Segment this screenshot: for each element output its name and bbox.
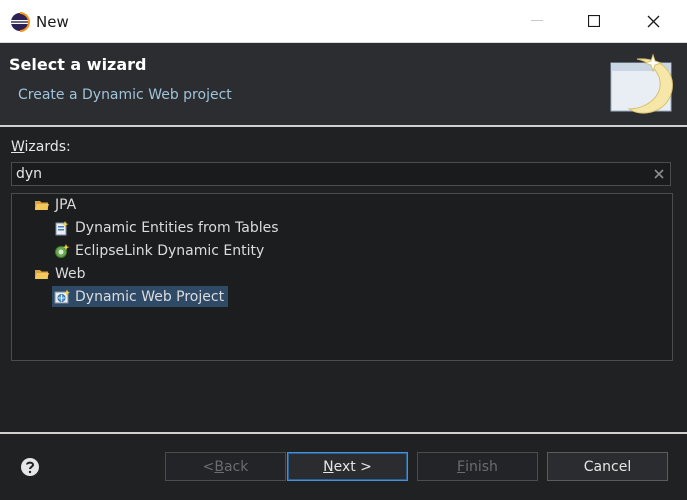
page-title: Select a wizard — [9, 55, 147, 74]
footer-separator — [0, 432, 687, 434]
help-icon[interactable] — [20, 457, 40, 477]
close-button[interactable] — [625, 0, 681, 42]
wizard-banner-icon — [610, 53, 673, 114]
back-button[interactable]: < Back — [165, 452, 286, 481]
tree-label: EclipseLink Dynamic Entity — [75, 243, 265, 259]
tree-node-dynamic-web-project[interactable]: Dynamic Web Project — [52, 286, 229, 307]
clear-filter-icon[interactable] — [653, 168, 665, 180]
tree-node-jpa[interactable]: JPA — [34, 195, 76, 215]
tree-label: Web — [55, 266, 86, 282]
header-separator — [0, 125, 687, 127]
page-description: Create a Dynamic Web project — [18, 87, 232, 103]
maximize-button[interactable] — [566, 0, 622, 42]
folder-open-icon — [35, 270, 49, 279]
window-title: New — [36, 13, 69, 31]
tree-node-dynamic-entities[interactable]: Dynamic Entities from Tables — [54, 218, 279, 238]
tree-label: Dynamic Entities from Tables — [75, 220, 279, 236]
tree-node-eclipselink-entity[interactable]: EclipseLink Dynamic Entity — [54, 241, 264, 261]
entity-wizard-icon — [55, 221, 69, 236]
tree-label: Dynamic Web Project — [75, 288, 225, 305]
maximize-icon — [588, 15, 600, 27]
web-project-icon — [54, 289, 70, 303]
eclipse-icon — [11, 12, 30, 32]
wizard-filter-input[interactable] — [16, 165, 646, 183]
cancel-button[interactable]: Cancel — [547, 452, 668, 481]
wizards-label: Wizards: — [11, 139, 71, 155]
wizard-filter-field[interactable] — [11, 162, 671, 186]
minimize-button[interactable] — [509, 0, 565, 42]
next-button[interactable]: Next > — [287, 452, 408, 481]
title-bar: New — [0, 0, 687, 43]
wizard-header: Select a wizard Create a Dynamic Web pro… — [0, 43, 687, 125]
tree-node-web[interactable]: Web — [34, 264, 86, 284]
wizard-tree[interactable]: JPA Dynamic Entities from Tables Eclipse… — [11, 193, 673, 361]
close-icon — [647, 15, 659, 27]
tree-label: JPA — [55, 197, 77, 213]
minimize-icon — [531, 20, 543, 21]
eclipselink-entity-icon — [55, 244, 70, 258]
finish-button[interactable]: Finish — [417, 452, 538, 481]
folder-open-icon — [35, 201, 49, 210]
